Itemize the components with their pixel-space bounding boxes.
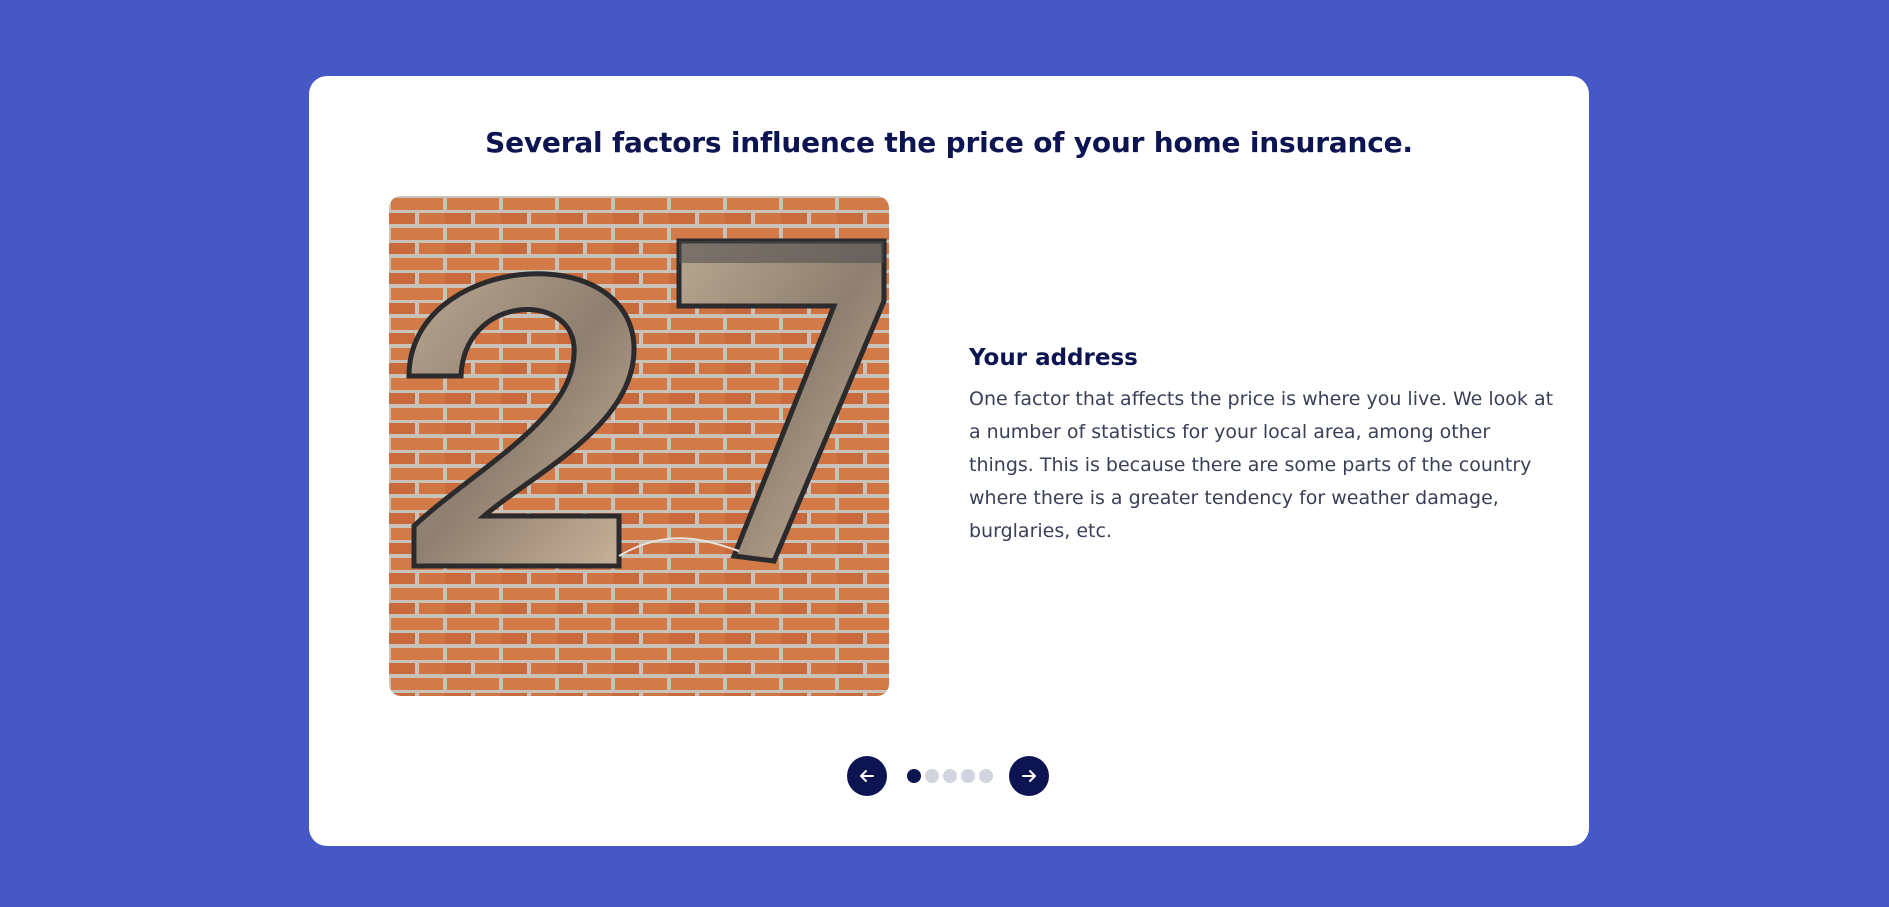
content-card: Several factors influence the price of y… <box>309 76 1589 846</box>
pagination-dot-3[interactable] <box>943 769 957 783</box>
next-slide-button[interactable] <box>1009 756 1049 796</box>
pagination-dot-4[interactable] <box>961 769 975 783</box>
previous-slide-button[interactable] <box>847 756 887 796</box>
pagination-dot-1[interactable] <box>907 769 921 783</box>
pagination-dot-5[interactable] <box>979 769 993 783</box>
arrow-left-icon <box>860 770 874 782</box>
slide-text: Your address One factor that affects the… <box>969 345 1559 548</box>
carousel-pagination <box>907 769 993 783</box>
slide-title: Your address <box>969 345 1138 371</box>
arrow-right-icon <box>1022 770 1036 782</box>
slide-image: 2 7 <box>389 196 889 696</box>
slide-description: One factor that affects the price is whe… <box>969 388 1554 542</box>
pagination-dot-2[interactable] <box>925 769 939 783</box>
page-headline: Several factors influence the price of y… <box>485 126 1413 159</box>
